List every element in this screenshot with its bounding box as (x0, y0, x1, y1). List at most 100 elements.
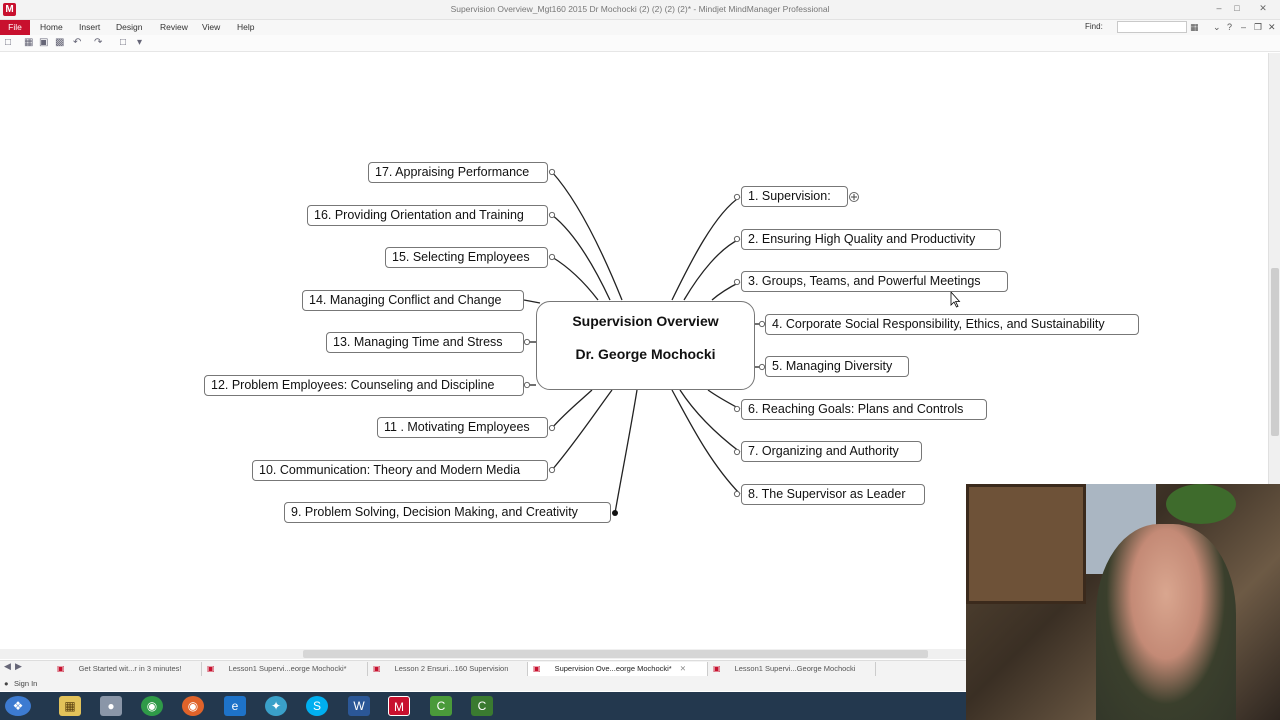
mindmanager-taskbar-icon[interactable]: M (388, 696, 410, 716)
connector-dot-9 (612, 510, 618, 516)
connector-11 (551, 389, 593, 429)
connector-dot-15 (548, 253, 556, 261)
tab-view[interactable]: View (202, 20, 220, 35)
central-topic[interactable]: Supervision Overview Dr. George Mochocki (536, 301, 755, 390)
customize-toolbar-icon[interactable]: ▾ (137, 37, 142, 48)
topic-14-conflict[interactable]: 14. Managing Conflict and Change (302, 290, 524, 311)
status-bar: ● Sign In (0, 677, 966, 691)
title-bar: M Supervision Overview_Mgt160 2015 Dr Mo… (0, 0, 1280, 20)
expand-collapse-icon[interactable] (849, 192, 859, 202)
connector-9 (614, 389, 638, 514)
connector-dot-13 (523, 338, 531, 346)
mindmap-doc-icon: ▣ (57, 664, 65, 673)
help-icon-small[interactable]: □ (120, 37, 126, 48)
topic-4-csr[interactable]: 4. Corporate Social Responsibility, Ethi… (765, 314, 1139, 335)
connector-dot-16 (548, 211, 556, 219)
topic-8-leader[interactable]: 8. The Supervisor as Leader (741, 484, 925, 505)
doc-tab-lesson2[interactable]: ▣ Lesson 2 Ensuri...160 Supervision (368, 662, 528, 676)
tab-design[interactable]: Design (116, 20, 142, 35)
close-doc-icon[interactable]: ✕ (1268, 22, 1276, 33)
connector-dot-7 (733, 448, 741, 456)
topic-6-goals[interactable]: 6. Reaching Goals: Plans and Controls (741, 399, 987, 420)
word-icon[interactable]: W (348, 696, 370, 716)
webcam-background-plant (1166, 484, 1236, 524)
tab-home[interactable]: Home (40, 20, 63, 35)
tab-help[interactable]: Help (237, 20, 254, 35)
connector-dot-3 (733, 278, 741, 286)
topic-11-motivating[interactable]: 11 . Motivating Employees (377, 417, 548, 438)
webcam-presenter (1096, 524, 1236, 720)
topic-13-time-stress[interactable]: 13. Managing Time and Stress (326, 332, 524, 353)
connector-16 (551, 214, 611, 301)
quick-access-toolbar: □ ▦ ▣ ▩ ↶ ↷ □ ▾ (0, 35, 1280, 52)
mindmap-doc-icon: ▣ (373, 664, 381, 673)
find-input[interactable] (1117, 21, 1187, 33)
mindmap-doc-icon: ▣ (207, 664, 215, 673)
chevron-down-icon[interactable]: ⌄ (1213, 22, 1221, 33)
doc-tab-supervision-overview[interactable]: ▣ Supervision Ove...eorge Mochocki* ✕ (528, 662, 708, 676)
user-icon[interactable]: ● (4, 679, 9, 688)
doc-tab-lesson1[interactable]: ▣ Lesson1 Supervi...eorge Mochocki* (202, 662, 368, 676)
open-folder-icon[interactable]: ▦ (24, 37, 33, 48)
doc-tab-lesson1-b[interactable]: ▣ Lesson1 Supervi...George Mochocki (708, 662, 876, 676)
mouse-cursor-icon (950, 290, 961, 308)
tab-insert[interactable]: Insert (79, 20, 100, 35)
undo-icon[interactable]: ↶ (73, 37, 81, 48)
tab-review[interactable]: Review (160, 20, 188, 35)
central-topic-title: Supervision Overview (572, 313, 719, 329)
doc-tab-get-started[interactable]: ▣ Get Started wit...r in 3 minutes! (52, 662, 202, 676)
vertical-scroll-thumb[interactable] (1271, 268, 1279, 436)
topic-12-problem-employees[interactable]: 12. Problem Employees: Counseling and Di… (204, 375, 524, 396)
camtasia-icon[interactable]: C (430, 696, 452, 716)
mindmap-doc-icon: ▣ (713, 664, 721, 673)
help-icon[interactable]: ? (1227, 22, 1232, 32)
ribbon-tabs: File Home Insert Design Review View Help… (0, 20, 1280, 35)
print-icon[interactable]: ▩ (55, 37, 64, 48)
horizontal-scrollbar[interactable] (0, 649, 966, 659)
skype-icon[interactable]: S (306, 696, 328, 716)
connector-dot-2 (733, 235, 741, 243)
topic-7-organizing[interactable]: 7. Organizing and Authority (741, 441, 922, 462)
topic-2-quality[interactable]: 2. Ensuring High Quality and Productivit… (741, 229, 1001, 250)
close-tab-icon[interactable]: ✕ (680, 664, 686, 673)
topic-10-communication[interactable]: 10. Communication: Theory and Modern Med… (252, 460, 548, 481)
binoculars-icon[interactable]: ▦ (1190, 22, 1199, 33)
connector-dot-12 (523, 381, 531, 389)
media-app-icon[interactable]: ✦ (265, 696, 287, 716)
connector-dot-4 (758, 320, 766, 328)
topic-5-diversity[interactable]: 5. Managing Diversity (765, 356, 909, 377)
document-tabs: ◀ ▶ ▣ Get Started wit...r in 3 minutes! ▣… (0, 660, 966, 677)
webcam-background-shelf (966, 484, 1086, 604)
topic-17-appraising[interactable]: 17. Appraising Performance (368, 162, 548, 183)
close-window-button[interactable]: ✕ (1255, 2, 1271, 14)
minimize-ribbon-icon[interactable]: – (1241, 22, 1246, 32)
firefox-icon[interactable]: ◉ (182, 696, 204, 716)
file-tab[interactable]: File (0, 20, 30, 35)
topic-1-supervision[interactable]: 1. Supervision: (741, 186, 848, 207)
connector-dot-17 (548, 168, 556, 176)
internet-explorer-icon[interactable]: e (224, 696, 246, 716)
topic-16-orientation[interactable]: 16. Providing Orientation and Training (307, 205, 548, 226)
connector-dot-6 (733, 405, 741, 413)
redo-icon[interactable]: ↷ (94, 37, 102, 48)
start-button-icon[interactable]: ❖ (5, 696, 31, 716)
connector-dot-5 (758, 363, 766, 371)
camtasia-recorder-icon[interactable]: C (471, 696, 493, 716)
sign-in-link[interactable]: Sign In (14, 679, 37, 688)
topic-9-problem-solving[interactable]: 9. Problem Solving, Decision Making, and… (284, 502, 611, 523)
minimize-button[interactable]: – (1211, 2, 1227, 14)
prev-tab-icon[interactable]: ◀ (4, 661, 11, 672)
new-file-icon[interactable]: □ (5, 37, 11, 48)
save-icon[interactable]: ▣ (39, 37, 48, 48)
app-taskbar-icon[interactable]: ● (100, 696, 122, 716)
file-explorer-icon[interactable]: ▦ (59, 696, 81, 716)
maximize-button[interactable]: □ (1229, 2, 1245, 14)
connector-dot-11 (548, 424, 556, 432)
chrome-icon[interactable]: ◉ (141, 696, 163, 716)
restore-icon[interactable]: ❐ (1254, 22, 1262, 33)
connector-dot-1 (733, 193, 741, 201)
topic-15-selecting[interactable]: 15. Selecting Employees (385, 247, 548, 268)
topic-3-groups[interactable]: 3. Groups, Teams, and Powerful Meetings (741, 271, 1008, 292)
next-tab-icon[interactable]: ▶ (15, 661, 22, 672)
horizontal-scroll-thumb[interactable] (303, 650, 928, 658)
